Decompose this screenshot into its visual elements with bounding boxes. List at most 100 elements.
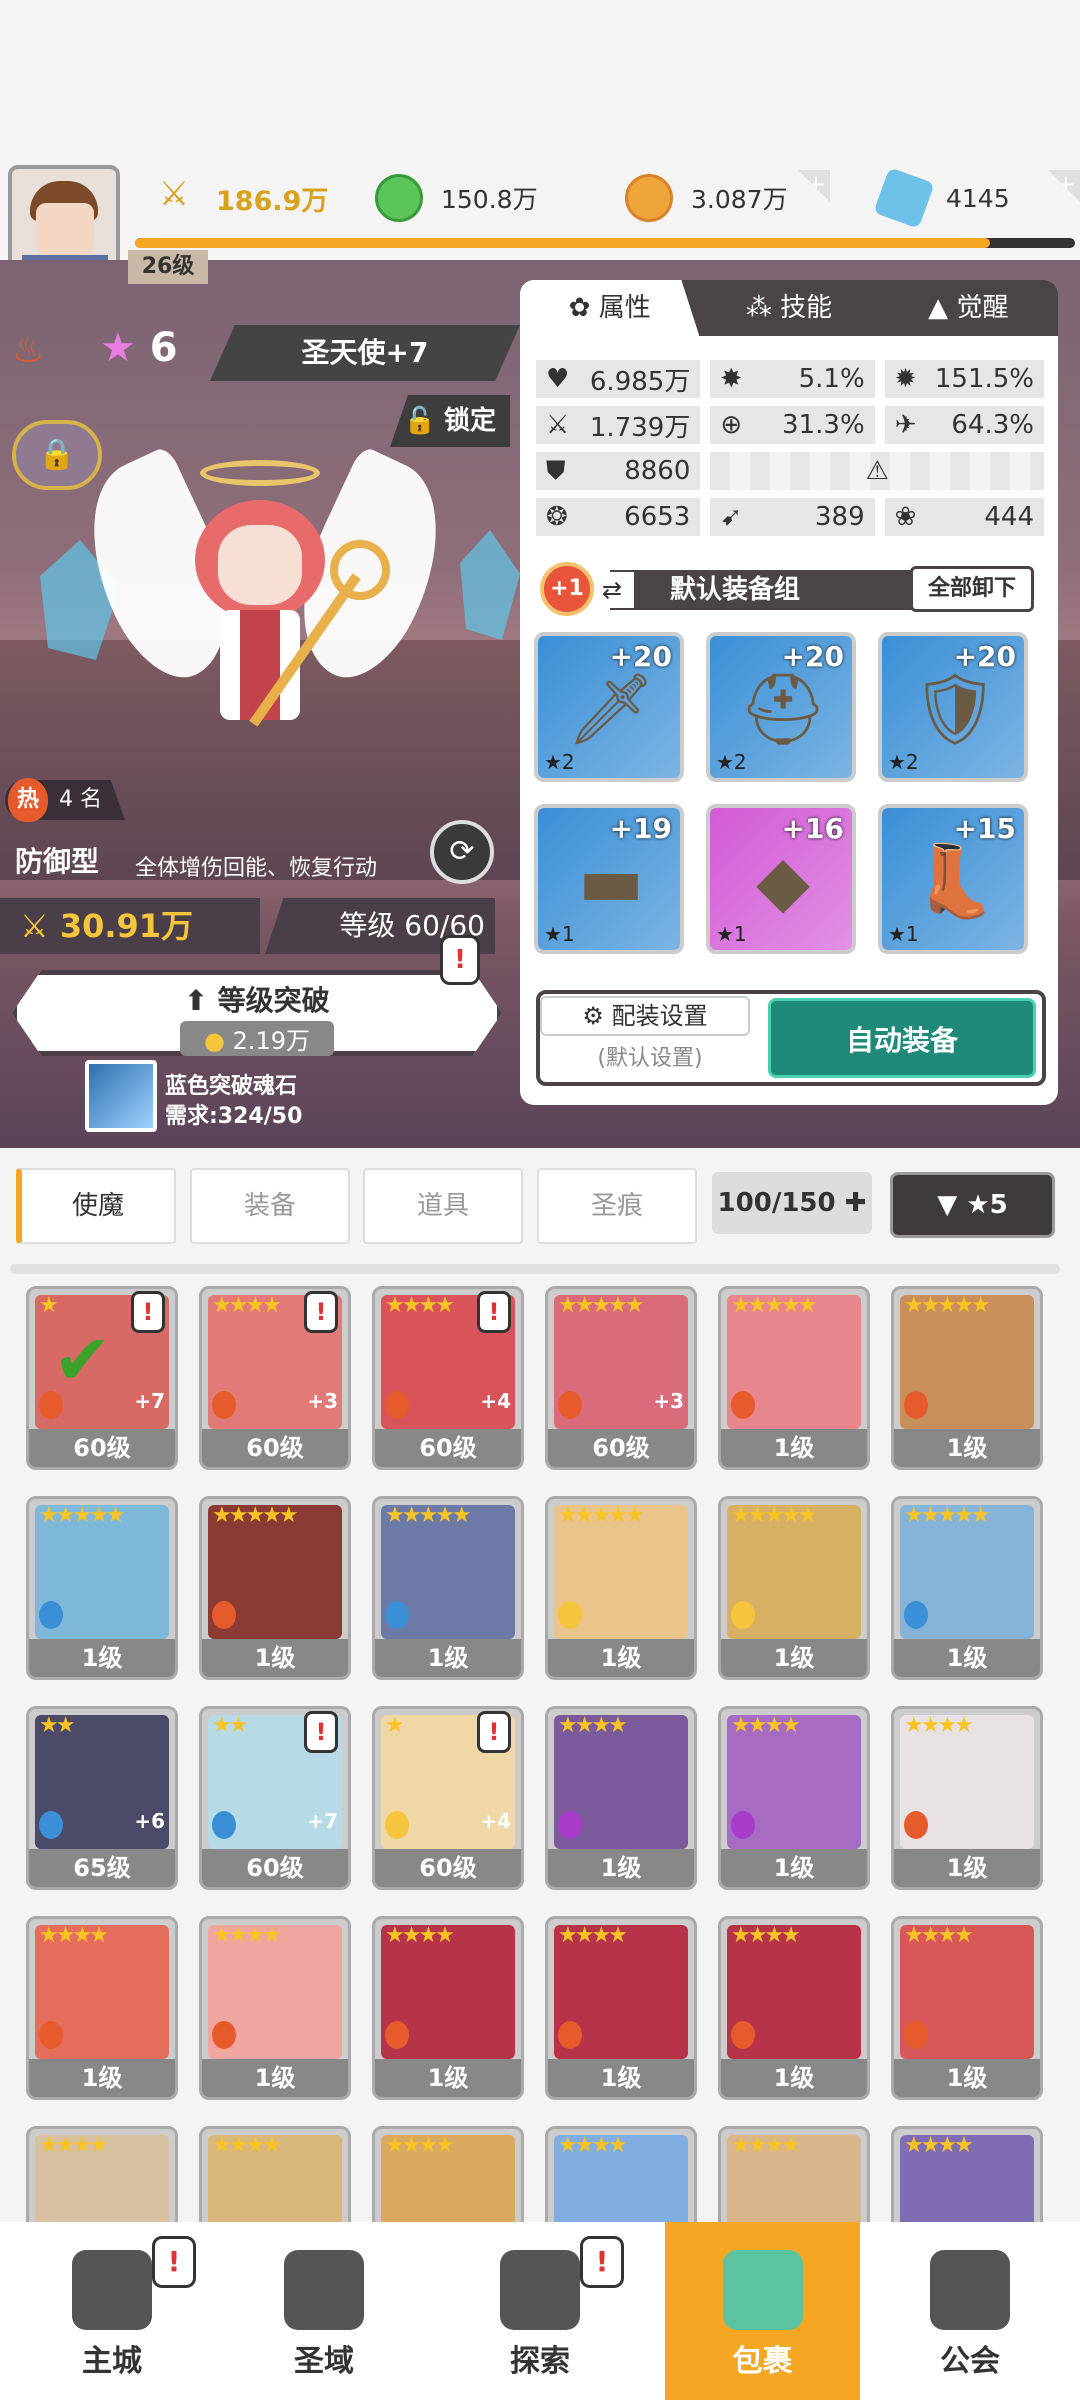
familiar-card[interactable]: ★★★★ 1级 (718, 1706, 870, 1890)
locked-skin-icon[interactable]: 🔒 (12, 420, 102, 490)
rarity-stars: ★★★★ (385, 1923, 455, 1948)
soul-stone-icon[interactable] (85, 1060, 157, 1132)
familiar-card[interactable]: ★★★★ 1级 (891, 1706, 1043, 1890)
swap-cycle-button[interactable]: ⟳ (430, 820, 494, 884)
element-icon (904, 1391, 928, 1419)
element-icon (385, 1601, 409, 1629)
familiar-level: 1级 (29, 2059, 175, 2097)
armor-icon: 🛡 (910, 668, 1000, 750)
tab-equipment[interactable]: 装备 (190, 1168, 350, 1244)
equipment-level: +20 (781, 640, 844, 673)
nav-main-city[interactable]: 主城! (12, 2222, 212, 2400)
set-bonus-badge[interactable]: +1 (540, 562, 594, 616)
element-icon (558, 1811, 582, 1839)
nav-guild[interactable]: 公会 (870, 2222, 1070, 2400)
element-icon (731, 1811, 755, 1839)
familiar-card[interactable]: ★★★★ 1级 (199, 1916, 351, 2100)
rarity-stars: ★★★★★ (731, 1293, 818, 1318)
tab-attributes[interactable]: ✿ 属性 (520, 280, 700, 336)
familiar-card[interactable]: ★★★★★ 1级 (891, 1496, 1043, 1680)
swap-arrows-icon[interactable]: ⇄ (590, 572, 634, 608)
element-icon (385, 1811, 409, 1839)
familiar-card[interactable]: ★★★★ 1级 (891, 1916, 1043, 2100)
enhance-level: +7 (307, 1809, 338, 1833)
equipment-slot[interactable]: ⛑ +20 ★2 (706, 632, 856, 782)
familiar-card[interactable]: ★★★★★ 1级 (199, 1496, 351, 1680)
arrow-up-icon: ⬆ (184, 984, 218, 1017)
familiar-card[interactable]: ★★★★★ +3 60级 (545, 1286, 697, 1470)
helmet-icon: ⛑ (738, 668, 828, 750)
equipment-set-name[interactable]: 默认装备组 (610, 570, 950, 610)
stat-locked: ⚠ (710, 452, 1044, 490)
familiar-card[interactable]: ★★★★ 1级 (718, 1916, 870, 2100)
xp-bar (135, 238, 1075, 248)
familiar-card[interactable]: ★★★★ 1级 (372, 1916, 524, 2100)
tab-items[interactable]: 道具 (363, 1168, 523, 1244)
castle-icon (72, 2250, 152, 2330)
alert-icon: ! (304, 1711, 338, 1753)
equipment-level: +16 (781, 812, 844, 845)
stat-res: ❀ 444 (884, 498, 1044, 536)
familiar-card[interactable]: ★ +7! ✔ 60级 (26, 1286, 178, 1470)
element-icon (558, 2021, 582, 2049)
familiar-card[interactable]: ★★ +6 65级 (26, 1706, 178, 1890)
loadout-settings-button[interactable]: ⚙ 配装设置 (540, 996, 750, 1036)
equipment-slot[interactable]: ◆ +16 ★1 (706, 804, 856, 954)
equipment-slot[interactable]: ▬ +19 ★1 (534, 804, 684, 954)
nav-explore[interactable]: 探索! (440, 2222, 640, 2400)
rarity-stars: ★★★★ (212, 1293, 282, 1318)
familiar-card[interactable]: ★★★★★ 1级 (372, 1496, 524, 1680)
star-filter-button[interactable]: ▼ ★5 (890, 1172, 1055, 1238)
capacity-counter[interactable]: 100/150 ✚ (712, 1172, 872, 1234)
tab-stigmata[interactable]: 圣痕 (537, 1168, 697, 1244)
familiar-card[interactable]: ★★★★ 1级 (545, 1706, 697, 1890)
element-icon (558, 1391, 582, 1419)
familiar-level: 1级 (375, 1639, 521, 1677)
equipment-slot[interactable]: 🗡 +20 ★2 (534, 632, 684, 782)
loadout-settings-sub: (默认设置) (597, 1046, 703, 1071)
equipment-slot[interactable]: 👢 +15 ★1 (878, 804, 1028, 954)
unequip-all-button[interactable]: 全部卸下 (910, 566, 1034, 612)
familiar-level: 60级 (202, 1429, 348, 1467)
enhance-level: +4 (480, 1809, 511, 1833)
familiar-card[interactable]: ★★ +7! 60级 (199, 1706, 351, 1890)
crossed-swords-icon: ⚔ (20, 907, 60, 945)
level-breakthrough-button[interactable]: ⬆ 等级突破 ● 2.19万 (12, 970, 502, 1056)
familiar-card[interactable]: ★★★★★ 1级 (26, 1496, 178, 1680)
gold-coin-icon: ● (203, 1027, 225, 1055)
element-icon (385, 1391, 409, 1419)
shield-icon: ⛊ (546, 455, 566, 486)
wind-icon: ❂ (546, 502, 568, 532)
nav-holy-domain[interactable]: 圣域 (224, 2222, 424, 2400)
belt-icon: ▬ (577, 840, 645, 922)
tab-skills[interactable]: ⁂ 技能 (699, 280, 878, 336)
familiar-card[interactable]: ★★★★★ 1级 (891, 1286, 1043, 1470)
familiar-card[interactable]: ★★★★ +3! 60级 (199, 1286, 351, 1470)
familiar-card[interactable]: ★★★★ 1级 (545, 1916, 697, 2100)
familiar-card[interactable]: ★ +4! 60级 (372, 1706, 524, 1890)
familiar-level: 1级 (202, 2059, 348, 2097)
familiar-card[interactable]: ★★★★ +4! 60级 (372, 1286, 524, 1470)
alert-icon: ! (477, 1291, 511, 1333)
tab-awaken[interactable]: ▲ 觉醒 (879, 280, 1058, 336)
gem-currency[interactable]: 4145 (873, 167, 1070, 229)
equipment-slot[interactable]: 🛡 +20 ★2 (878, 632, 1028, 782)
hero-info-panel: ✿ 属性 ⁂ 技能 ▲ 觉醒 ♥ 6.985万 ✸ 5.1% ✹ 151.5% ⚔ 1.… (520, 280, 1058, 1105)
nav-label: 圣域 (294, 2344, 354, 2379)
blue-gem-icon (873, 167, 935, 229)
stat-row: ♥ 6.985万 ✸ 5.1% ✹ 151.5% (536, 360, 1044, 398)
tab-familiars[interactable]: 使魔 (16, 1168, 176, 1244)
equipment-stars: ★2 (888, 750, 919, 774)
stat-atk: ⚔ 1.739万 (536, 406, 701, 444)
rarity-stars: ★★★★ (558, 1713, 628, 1738)
element-icon (212, 1601, 236, 1629)
gold-currency[interactable]: 3.087万 (625, 170, 825, 226)
nav-bag[interactable]: 包裹 (665, 2222, 860, 2400)
auto-equip-button[interactable]: 自动装备 (768, 998, 1036, 1078)
alert-icon: ! (152, 2236, 196, 2288)
rarity-stars: ★★★★ (212, 1923, 282, 1948)
familiar-card[interactable]: ★★★★★ 1级 (718, 1496, 870, 1680)
familiar-card[interactable]: ★★★★★ 1级 (718, 1286, 870, 1470)
familiar-card[interactable]: ★★★★ 1级 (26, 1916, 178, 2100)
familiar-card[interactable]: ★★★★★ 1级 (545, 1496, 697, 1680)
